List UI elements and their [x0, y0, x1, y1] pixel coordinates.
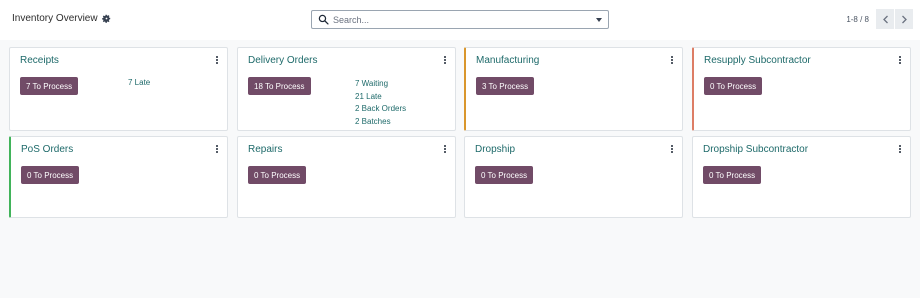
to-process-button[interactable]: 3 To Process [476, 77, 535, 95]
to-process-button[interactable]: 0 To Process [248, 166, 307, 184]
search-icon [318, 14, 329, 25]
chevron-right-icon [901, 15, 907, 23]
pager: 1-8 / 8 [846, 9, 913, 29]
kebab-menu-icon[interactable] [898, 54, 902, 66]
to-process-button[interactable]: 0 To Process [703, 166, 762, 184]
control-panel: Inventory Overview 1-8 / 8 [0, 0, 920, 40]
kebab-menu-icon[interactable] [215, 54, 219, 66]
to-process-button[interactable]: 0 To Process [475, 166, 534, 184]
pager-previous-button[interactable] [876, 9, 894, 29]
stat-back-orders-link[interactable]: 2 Back Orders [355, 103, 406, 116]
search-input[interactable] [333, 12, 596, 27]
card-title[interactable]: Dropship [475, 144, 515, 155]
card-resupply-subcontractor[interactable]: Resupply Subcontractor 0 To Process [692, 47, 911, 131]
card-title[interactable]: PoS Orders [21, 144, 73, 155]
to-process-button[interactable]: 0 To Process [704, 77, 763, 95]
card-pos-orders[interactable]: PoS Orders 0 To Process [9, 136, 228, 218]
chevron-left-icon [882, 15, 888, 23]
kebab-menu-icon[interactable] [670, 54, 674, 66]
stat-batches-link[interactable]: 2 Batches [355, 116, 406, 129]
breadcrumb: Inventory Overview [12, 13, 111, 24]
card-title[interactable]: Manufacturing [476, 55, 539, 66]
to-process-button[interactable]: 18 To Process [248, 77, 311, 95]
kebab-menu-icon[interactable] [898, 143, 902, 155]
card-receipts[interactable]: Receipts 7 To Process 7 Late [9, 47, 228, 131]
kebab-menu-icon[interactable] [670, 143, 674, 155]
page-title: Inventory Overview [12, 13, 98, 24]
search-options-toggle[interactable] [596, 17, 602, 22]
card-title[interactable]: Dropship Subcontractor [703, 144, 808, 155]
to-process-button[interactable]: 7 To Process [20, 77, 79, 95]
card-delivery-orders[interactable]: Delivery Orders 18 To Process 7 Waiting … [237, 47, 456, 131]
kebab-menu-icon[interactable] [215, 143, 219, 155]
kebab-menu-icon[interactable] [443, 143, 447, 155]
pager-next-button[interactable] [895, 9, 913, 29]
card-title[interactable]: Repairs [248, 144, 282, 155]
card-title[interactable]: Receipts [20, 55, 59, 66]
card-repairs[interactable]: Repairs 0 To Process [237, 136, 456, 218]
card-manufacturing[interactable]: Manufacturing 3 To Process [464, 47, 683, 131]
stat-late-link[interactable]: 7 Late [128, 77, 150, 90]
card-stats: 7 Waiting 21 Late 2 Back Orders 2 Batche… [355, 78, 406, 128]
card-dropship-subcontractor[interactable]: Dropship Subcontractor 0 To Process [692, 136, 911, 218]
pager-value[interactable]: 1-8 / 8 [846, 15, 869, 24]
kebab-menu-icon[interactable] [443, 54, 447, 66]
to-process-button[interactable]: 0 To Process [21, 166, 80, 184]
card-title[interactable]: Resupply Subcontractor [704, 55, 811, 66]
stat-waiting-link[interactable]: 7 Waiting [355, 78, 406, 91]
gear-icon[interactable] [101, 14, 111, 23]
card-dropship[interactable]: Dropship 0 To Process [464, 136, 683, 218]
search-bar [311, 10, 609, 29]
stat-late-link[interactable]: 21 Late [355, 91, 406, 104]
card-stats: 7 Late [128, 77, 150, 90]
card-title[interactable]: Delivery Orders [248, 55, 317, 66]
